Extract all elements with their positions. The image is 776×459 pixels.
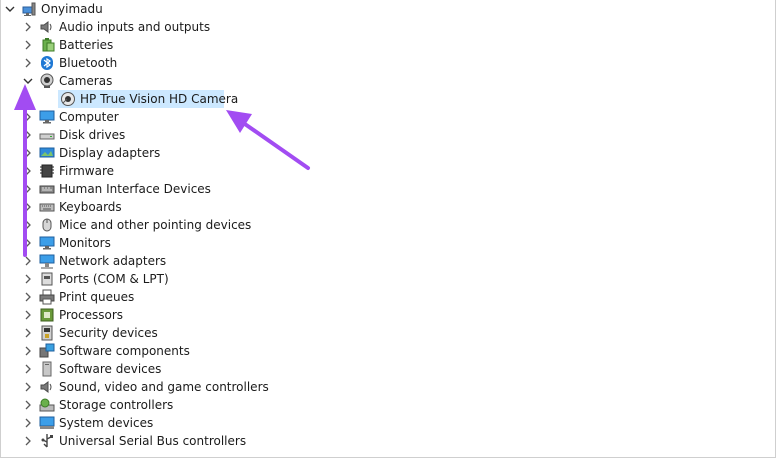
chevron-right-icon[interactable] bbox=[20, 342, 36, 360]
tree-category-label: Batteries bbox=[59, 38, 114, 52]
chevron-right-icon[interactable] bbox=[20, 288, 36, 306]
port-icon bbox=[39, 271, 55, 287]
tree-category-row[interactable]: Software components bbox=[20, 342, 190, 360]
tree-category-row[interactable]: Computer bbox=[20, 108, 119, 126]
tree-category-label: Human Interface Devices bbox=[59, 182, 211, 196]
tree-category-row[interactable]: Cameras bbox=[20, 72, 112, 90]
tree-category-label: Network adapters bbox=[59, 254, 167, 268]
chevron-right-icon[interactable] bbox=[20, 396, 36, 414]
tree-category-row[interactable]: Human Interface Devices bbox=[20, 180, 211, 198]
chevron-right-icon[interactable] bbox=[20, 360, 36, 378]
tree-category-row[interactable]: Print queues bbox=[20, 288, 134, 306]
disk-icon bbox=[39, 127, 55, 143]
chevron-right-icon[interactable] bbox=[20, 378, 36, 396]
tree-category-label: Software devices bbox=[59, 362, 162, 376]
chevron-right-icon[interactable] bbox=[20, 108, 36, 126]
monitor-icon bbox=[39, 235, 55, 251]
chevron-right-icon[interactable] bbox=[20, 144, 36, 162]
chip-icon bbox=[39, 163, 55, 179]
tree-category-label: Sound, video and game controllers bbox=[59, 380, 269, 394]
tree-category-label: Computer bbox=[59, 110, 119, 124]
tree-category-label: Monitors bbox=[59, 236, 111, 250]
tree-category-label: Ports (COM & LPT) bbox=[59, 272, 169, 286]
camera-icon bbox=[39, 73, 55, 89]
security-icon bbox=[39, 325, 55, 341]
tree-category-row[interactable]: Storage controllers bbox=[20, 396, 173, 414]
tree-root-onyimadu[interactable]: Onyimadu bbox=[2, 0, 103, 18]
chevron-right-icon[interactable] bbox=[20, 270, 36, 288]
network-icon bbox=[39, 253, 55, 269]
tree-category-label: Firmware bbox=[59, 164, 114, 178]
tree-root-label: Onyimadu bbox=[41, 2, 103, 16]
tree-category-label: Cameras bbox=[59, 74, 113, 88]
chevron-right-icon[interactable] bbox=[20, 54, 36, 72]
chevron-right-icon[interactable] bbox=[20, 414, 36, 432]
chevron-right-icon[interactable] bbox=[20, 432, 36, 450]
tree-category-row[interactable]: Processors bbox=[20, 306, 123, 324]
chevron-down-icon[interactable] bbox=[2, 0, 18, 18]
webcam-icon bbox=[60, 91, 76, 107]
tree-category-row[interactable]: Universal Serial Bus controllers bbox=[20, 432, 246, 450]
tree-device-row[interactable]: HP True Vision HD Camera bbox=[58, 90, 238, 108]
system-icon bbox=[39, 415, 55, 431]
processor-icon bbox=[39, 307, 55, 323]
tree-category-row[interactable]: Mice and other pointing devices bbox=[20, 216, 251, 234]
tree-category-label: Print queues bbox=[59, 290, 135, 304]
tree-category-label: Security devices bbox=[59, 326, 158, 340]
tree-category-label: System devices bbox=[59, 416, 154, 430]
hid-icon bbox=[39, 181, 55, 197]
tree-category-label: Mice and other pointing devices bbox=[59, 218, 252, 232]
tree-category-label: Display adapters bbox=[59, 146, 161, 160]
chevron-right-icon[interactable] bbox=[20, 126, 36, 144]
chevron-right-icon[interactable] bbox=[20, 18, 36, 36]
display-adapter-icon bbox=[39, 145, 55, 161]
tree-device-label: HP True Vision HD Camera bbox=[80, 92, 239, 106]
chevron-right-icon[interactable] bbox=[20, 306, 36, 324]
tree-category-label: Keyboards bbox=[59, 200, 122, 214]
tree-category-row[interactable]: System devices bbox=[20, 414, 153, 432]
tree-category-label: Bluetooth bbox=[59, 56, 118, 70]
chevron-right-icon[interactable] bbox=[20, 180, 36, 198]
tree-category-row[interactable]: Ports (COM & LPT) bbox=[20, 270, 169, 288]
tree-category-label: Disk drives bbox=[59, 128, 126, 142]
tree-category-row[interactable]: Disk drives bbox=[20, 126, 125, 144]
tree-category-row[interactable]: Audio inputs and outputs bbox=[20, 18, 210, 36]
bluetooth-icon bbox=[39, 55, 55, 71]
printer-icon bbox=[39, 289, 55, 305]
speaker-icon bbox=[39, 19, 55, 35]
tree-category-row[interactable]: Monitors bbox=[20, 234, 111, 252]
chevron-right-icon[interactable] bbox=[20, 198, 36, 216]
tree-category-row[interactable]: Batteries bbox=[20, 36, 113, 54]
speaker-icon bbox=[39, 379, 55, 395]
mouse-icon bbox=[39, 217, 55, 233]
tree-category-label: Universal Serial Bus controllers bbox=[59, 434, 247, 448]
chevron-down-icon[interactable] bbox=[20, 72, 36, 90]
tree-category-row[interactable]: Keyboards bbox=[20, 198, 122, 216]
tree-category-label: Processors bbox=[59, 308, 124, 322]
computer-root-icon bbox=[21, 1, 37, 17]
usb-icon bbox=[39, 433, 55, 449]
chevron-right-icon[interactable] bbox=[20, 252, 36, 270]
chevron-right-icon[interactable] bbox=[20, 36, 36, 54]
chevron-right-icon[interactable] bbox=[20, 324, 36, 342]
tree-category-row[interactable]: Firmware bbox=[20, 162, 114, 180]
chevron-right-icon[interactable] bbox=[20, 162, 36, 180]
tree-category-label: Storage controllers bbox=[59, 398, 174, 412]
storage-icon bbox=[39, 397, 55, 413]
tree-category-label: Software components bbox=[59, 344, 190, 358]
software-component-icon bbox=[39, 343, 55, 359]
software-device-icon bbox=[39, 361, 55, 377]
tree-category-label: Audio inputs and outputs bbox=[59, 20, 211, 34]
battery-icon bbox=[39, 37, 55, 53]
tree-category-row[interactable]: Security devices bbox=[20, 324, 158, 342]
keyboard-icon bbox=[39, 199, 55, 215]
chevron-right-icon[interactable] bbox=[20, 234, 36, 252]
monitor-icon bbox=[39, 109, 55, 125]
chevron-right-icon[interactable] bbox=[20, 216, 36, 234]
tree-category-row[interactable]: Bluetooth bbox=[20, 54, 117, 72]
tree-category-row[interactable]: Display adapters bbox=[20, 144, 160, 162]
tree-category-row[interactable]: Sound, video and game controllers bbox=[20, 378, 269, 396]
tree-category-row[interactable]: Network adapters bbox=[20, 252, 166, 270]
tree-category-row[interactable]: Software devices bbox=[20, 360, 161, 378]
